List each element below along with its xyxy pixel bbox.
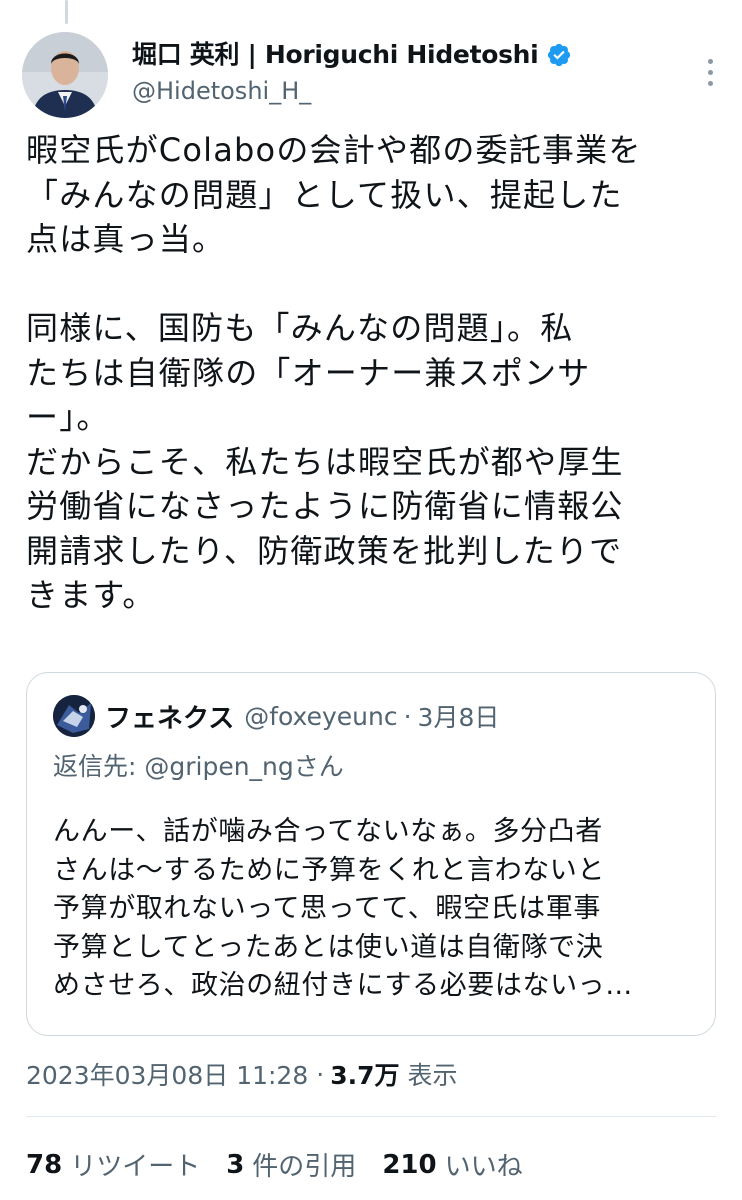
quotes-stat[interactable]: 3 件の引用 [226,1146,356,1183]
more-icon-dot [707,58,713,64]
more-icon-dot [707,80,713,86]
author-name-block: 堀口 英利 | Horiguchi Hidetoshi @Hidetoshi_H… [132,38,572,108]
quoted-reply-to: 返信先: @gripen_ngさん [53,752,344,781]
views-count: 3.7万 [330,1061,400,1090]
quoted-date: 3月8日 [417,703,500,732]
verified-badge-icon [546,42,572,68]
meta-separator: · [316,1059,325,1089]
author-avatar[interactable] [22,32,108,118]
quotes-label: 件の引用 [252,1152,357,1182]
engagement-stats: 78 リツイート 3 件の引用 210 いいね [26,1146,549,1183]
divider [26,1116,716,1117]
views-label: 表示 [407,1061,458,1090]
quoted-tweet-header: フェネクス @foxeyeunc · 3月8日 [53,695,499,737]
likes-label: いいね [444,1152,523,1182]
tweet-timestamp[interactable]: 2023年03月08日 11:28 [26,1056,308,1092]
more-icon-dot [707,69,713,75]
retweets-label: リツイート [70,1152,201,1182]
quoted-author-avatar [53,695,95,737]
tweet-text: 暇空氏がColaboの会計や都の委託事業を 「みんなの問題」として扱い、提起した… [26,131,642,614]
quoted-separator: · [403,701,412,731]
quoted-author-name: フェネクス [105,703,235,734]
more-icon[interactable] [700,54,720,90]
author-display-name-text[interactable]: 堀口 英利 | Horiguchi Hidetoshi [132,38,539,72]
tweet-header: 堀口 英利 | Horiguchi Hidetoshi @Hidetoshi_H… [22,32,720,122]
thread-connector-line [65,0,68,24]
quoted-tweet-card[interactable]: フェネクス @foxeyeunc · 3月8日 返信先: @gripen_ngさ… [26,672,716,1036]
retweets-stat[interactable]: 78 リツイート [26,1146,200,1183]
quotes-count: 3 [226,1149,245,1180]
author-handle[interactable]: @Hidetoshi_H_ [132,74,572,108]
quoted-tweet-text: んんー、話が噛み合ってないなぁ。多分凸者 さんは〜するために予算をくれと言わない… [53,816,633,1002]
tweet-meta: 2023年03月08日 11:28 · 3.7万 表示 [26,1056,458,1092]
likes-count: 210 [382,1149,437,1180]
quoted-author-handle: @foxeyeunc [244,701,398,731]
author-display-name[interactable]: 堀口 英利 | Horiguchi Hidetoshi [132,38,572,72]
likes-stat[interactable]: 210 いいね [382,1146,522,1183]
author-avatar-image [22,32,108,118]
quoted-author-avatar-image [53,695,95,737]
retweets-count: 78 [26,1149,63,1180]
